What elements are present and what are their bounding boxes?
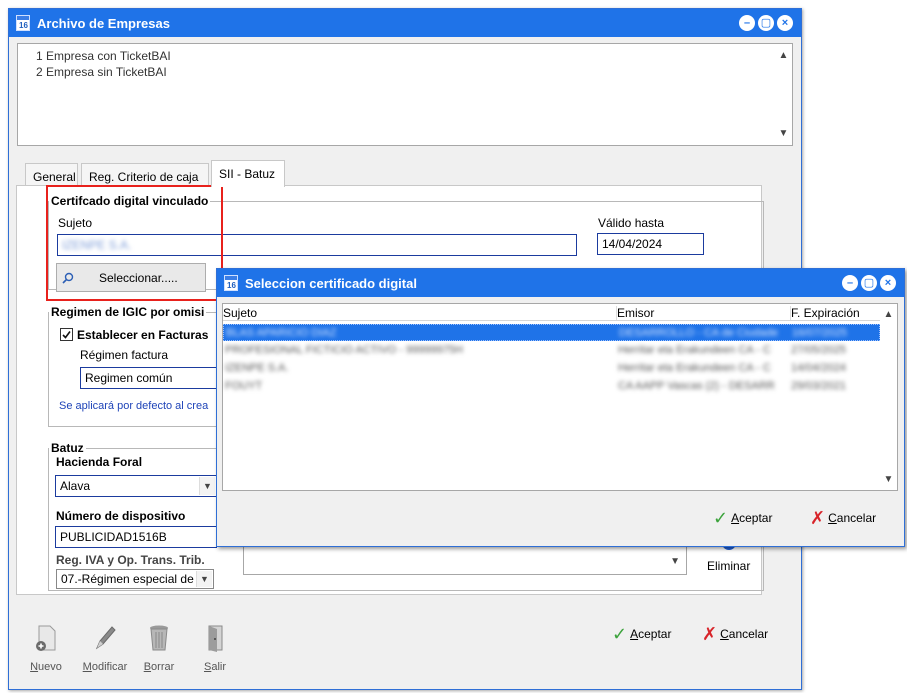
chevron-down-icon[interactable]: ▼ bbox=[199, 477, 215, 495]
table-row[interactable]: IZENPE S.A. Herritar eta Erakundeen CA -… bbox=[223, 360, 880, 377]
table-row[interactable]: BLAS APARICIO DIAZ DESARROLLO - CA de Ci… bbox=[223, 324, 880, 341]
main-cancel-button[interactable]: ✗ Cancelar bbox=[702, 624, 769, 644]
batuz-legend: Batuz bbox=[51, 441, 84, 455]
igic-legend: Regimen de IGIC por omisi bbox=[51, 305, 205, 319]
list-scrollbar[interactable]: ▲ ▼ bbox=[775, 44, 792, 145]
scroll-down-icon[interactable]: ▼ bbox=[775, 125, 792, 142]
grid-scrollbar[interactable]: ▲ ▼ bbox=[880, 304, 897, 490]
regimen-factura-label: Régimen factura bbox=[80, 348, 169, 362]
scroll-up-icon[interactable]: ▲ bbox=[775, 47, 792, 64]
highlight-box bbox=[46, 185, 223, 301]
delete-label: Borrar bbox=[143, 661, 175, 673]
col-expiracion[interactable]: F. Expiración bbox=[790, 306, 860, 320]
valid-until-field[interactable]: 14/04/2024 bbox=[597, 233, 704, 255]
col-sujeto[interactable]: Sujeto bbox=[223, 306, 257, 320]
dialog-accept-label: Aceptar bbox=[731, 511, 773, 525]
main-cancel-label: Cancelar bbox=[720, 627, 769, 641]
valid-until-label: Válido hasta bbox=[598, 216, 665, 230]
dialog-cancel-button[interactable]: ✗ Cancelar bbox=[810, 508, 877, 528]
main-titlebar[interactable]: 16 Archivo de Empresas – ▢ × bbox=[9, 9, 801, 37]
chevron-down-icon[interactable]: ▼ bbox=[196, 571, 212, 587]
chevron-down-icon[interactable]: ▼ bbox=[670, 556, 680, 567]
pencil-icon bbox=[95, 626, 116, 650]
tab-criterio-caja[interactable]: Reg. Criterio de caja bbox=[81, 163, 209, 187]
calendar-app-icon: 16 bbox=[224, 275, 238, 291]
delete-button[interactable]: Borrar bbox=[139, 624, 179, 676]
exit-label: Salir bbox=[203, 661, 226, 673]
tab-sii-batuz[interactable]: SII - Batuz bbox=[211, 160, 285, 187]
certificate-grid[interactable]: Sujeto Emisor F. Expiración BLAS APARICI… bbox=[222, 303, 898, 491]
new-document-icon bbox=[36, 625, 56, 651]
close-icon[interactable]: × bbox=[880, 275, 896, 291]
restore-icon[interactable]: ▢ bbox=[861, 275, 877, 291]
table-row[interactable]: PROFESIONAL FICTICIO ACTIVO - 99999975H … bbox=[223, 342, 880, 359]
minimize-icon[interactable]: – bbox=[739, 15, 755, 31]
exit-button[interactable]: Salir bbox=[195, 624, 235, 676]
trash-icon bbox=[150, 625, 168, 651]
close-icon[interactable]: × bbox=[777, 15, 793, 31]
list-item[interactable]: 1 Empresa con TicketBAI bbox=[36, 49, 171, 63]
modify-label: Modificar bbox=[82, 661, 128, 673]
modify-button[interactable]: Modificar bbox=[82, 624, 128, 676]
scroll-up-icon[interactable]: ▲ bbox=[880, 306, 897, 323]
check-icon: ✓ bbox=[612, 624, 628, 644]
minimize-icon[interactable]: – bbox=[842, 275, 858, 291]
dialog-cancel-label: Cancelar bbox=[828, 511, 877, 525]
hacienda-label: Hacienda Foral bbox=[56, 455, 143, 469]
tab-general[interactable]: General bbox=[25, 163, 78, 187]
new-button[interactable]: Nuevo bbox=[26, 624, 66, 676]
dialog-accept-button[interactable]: ✓ Aceptar bbox=[713, 508, 773, 528]
device-field[interactable]: PUBLICIDAD1516B bbox=[55, 526, 217, 548]
new-label: Nuevo bbox=[30, 661, 62, 673]
scroll-down-icon[interactable]: ▼ bbox=[880, 471, 897, 488]
establecer-checkbox[interactable] bbox=[60, 328, 73, 341]
dialog-title: Seleccion certificado digital bbox=[245, 276, 417, 291]
check-icon: ✓ bbox=[713, 508, 729, 528]
dialog-titlebar[interactable]: 16 Seleccion certificado digital – ▢ × bbox=[217, 269, 904, 297]
window-title: Archivo de Empresas bbox=[37, 16, 170, 31]
hacienda-combo[interactable]: Alava ▼ bbox=[55, 475, 217, 497]
cross-icon: ✗ bbox=[810, 508, 826, 528]
exit-door-icon bbox=[208, 625, 223, 652]
checkmark-icon bbox=[62, 331, 71, 339]
cross-icon: ✗ bbox=[702, 624, 718, 644]
main-accept-label: Aceptar bbox=[630, 627, 672, 641]
batuz-list[interactable]: ▼ bbox=[243, 545, 687, 575]
col-emisor[interactable]: Emisor bbox=[616, 306, 654, 320]
igic-note: Se aplicará por defecto al crea bbox=[59, 400, 209, 412]
establecer-label: Establecer en Facturas bbox=[77, 328, 209, 342]
company-list[interactable]: 1 Empresa con TicketBAI 2 Empresa sin Ti… bbox=[17, 43, 793, 146]
grid-header: Sujeto Emisor F. Expiración bbox=[223, 304, 880, 321]
calendar-app-icon: 16 bbox=[16, 15, 30, 31]
iva-combo[interactable]: 07.-Régimen especial de ▼ bbox=[56, 569, 214, 589]
iva-label: Reg. IVA y Op. Trans. Trib. bbox=[56, 553, 205, 567]
main-accept-button[interactable]: ✓ Aceptar bbox=[612, 624, 672, 644]
certificate-dialog: 16 Seleccion certificado digital – ▢ × S… bbox=[216, 268, 905, 547]
restore-icon[interactable]: ▢ bbox=[758, 15, 774, 31]
list-item[interactable]: 2 Empresa sin TicketBAI bbox=[36, 65, 167, 79]
table-row[interactable]: FOUYT CA AAPP Vascas (2) - DESARR 29/03/… bbox=[223, 378, 880, 395]
regimen-factura-combo[interactable]: Regimen común bbox=[80, 367, 218, 389]
eliminar-button[interactable]: Eliminar bbox=[707, 559, 750, 573]
device-label: Número de dispositivo bbox=[56, 509, 186, 523]
